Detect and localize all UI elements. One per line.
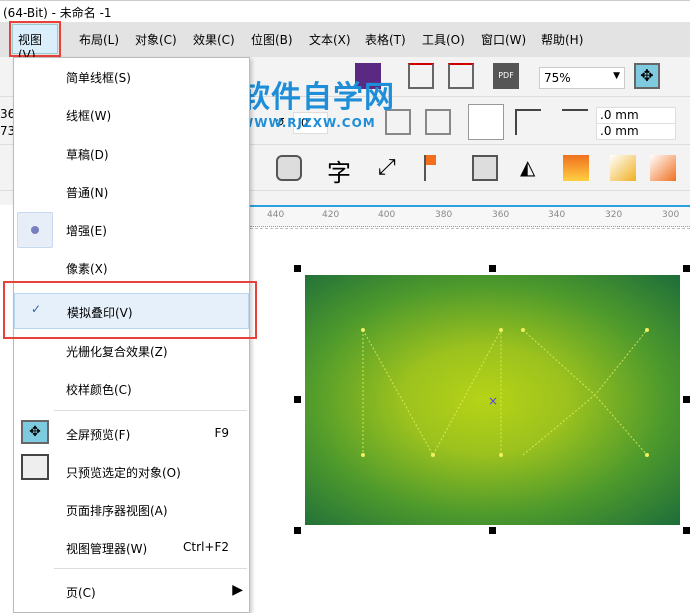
corner-radius-value-1: .0 mm bbox=[600, 108, 639, 122]
menu-item-label: 草稿(D) bbox=[66, 148, 109, 162]
scallop-corner-icon[interactable] bbox=[515, 109, 541, 135]
resize-handle[interactable] bbox=[489, 527, 496, 534]
resize-handle[interactable] bbox=[683, 396, 690, 403]
menu-tools[interactable]: 工具(O) bbox=[422, 31, 465, 48]
menu-item-label: 线框(W) bbox=[66, 109, 112, 123]
mirror-vertical-icon[interactable] bbox=[425, 109, 451, 135]
menu-bitmap[interactable]: 位图(B) bbox=[251, 31, 293, 48]
menu-item-full-screen-preview[interactable]: ✥ 全屏预览(F) F9 bbox=[14, 420, 249, 448]
menu-item-enhanced[interactable]: 增强(E) bbox=[14, 212, 249, 248]
menu-view[interactable]: 视图(V) bbox=[9, 21, 61, 62]
full-screen-preview-icon: ✥ bbox=[21, 420, 49, 444]
smart-fill-icon[interactable] bbox=[650, 155, 676, 181]
ruler-label: 300 bbox=[662, 210, 680, 220]
menu-item-label: 像素(X) bbox=[66, 262, 108, 276]
dimension-tool-icon[interactable]: ⤢ bbox=[378, 155, 404, 181]
menu-item-label: 页(C) bbox=[66, 586, 96, 600]
menu-window[interactable]: 窗口(W) bbox=[481, 31, 526, 48]
selected-bitmap[interactable]: × bbox=[305, 275, 680, 525]
chamfer-corner-icon[interactable] bbox=[562, 109, 588, 135]
ruler-label: 420 bbox=[322, 210, 340, 220]
full-screen-preview-icon[interactable]: ✥ bbox=[634, 63, 660, 89]
menu-item-rasterize-effects[interactable]: 光栅化复合效果(Z) bbox=[14, 337, 249, 365]
menu-item-proof-colors[interactable]: 校样颜色(C) bbox=[14, 375, 249, 403]
title-bar: (64-Bit) - 未命名 -1 bbox=[0, 0, 690, 22]
watermark-title: 软件自学网 bbox=[240, 80, 395, 115]
round-corner-icon[interactable] bbox=[468, 104, 504, 140]
resize-handle[interactable] bbox=[683, 527, 690, 534]
menu-item-label: 校样颜色(C) bbox=[66, 383, 132, 397]
ruler-label: 320 bbox=[605, 210, 623, 220]
center-marker-icon: × bbox=[488, 394, 498, 408]
fill-icon[interactable] bbox=[610, 155, 636, 181]
annotation-highlight-box bbox=[3, 281, 257, 339]
menu-item-pixels[interactable]: 像素(X) bbox=[14, 254, 249, 282]
menu-help[interactable]: 帮助(H) bbox=[541, 31, 583, 48]
menu-item-label: 全屏预览(F) bbox=[66, 428, 131, 442]
menu-item-label: 增强(E) bbox=[66, 224, 107, 238]
transparency-icon[interactable]: ◭ bbox=[520, 155, 546, 181]
resize-handle[interactable] bbox=[294, 527, 301, 534]
resize-handle[interactable] bbox=[489, 265, 496, 272]
menu-item-page-sorter[interactable]: 页面排序器视图(A) bbox=[14, 496, 249, 524]
menu-item-shortcut: Ctrl+F2 bbox=[183, 540, 229, 554]
radio-selected-icon bbox=[17, 212, 53, 248]
menu-item-simple-wireframe[interactable]: 简单线框(S) bbox=[14, 63, 249, 91]
zoom-value: 75% bbox=[544, 71, 571, 85]
ruler-label: 360 bbox=[492, 210, 510, 220]
ruler-label: 400 bbox=[378, 210, 396, 220]
menu-item-page[interactable]: 页(C) ▶ bbox=[14, 578, 249, 606]
menu-item-preview-selected[interactable]: 只预览选定的对象(O) bbox=[14, 454, 249, 486]
menu-layout[interactable]: 布局(L) bbox=[79, 31, 119, 48]
text-tool-icon[interactable]: 字 bbox=[327, 153, 351, 188]
menu-item-label: 普通(N) bbox=[66, 186, 109, 200]
corner-radius-value-2: .0 mm bbox=[600, 124, 639, 138]
pdf-icon[interactable]: PDF bbox=[493, 63, 519, 89]
export-icon[interactable] bbox=[448, 63, 474, 89]
corner-radius-input-2[interactable]: .0 mm bbox=[596, 123, 676, 140]
menu-separator bbox=[54, 568, 247, 569]
page-border bbox=[250, 228, 690, 229]
menu-table[interactable]: 表格(T) bbox=[365, 31, 406, 48]
menu-bar: 视图(V) 布局(L) 对象(C) 效果(C) 位图(B) 文本(X) 表格(T… bbox=[0, 21, 690, 62]
menu-item-label: 页面排序器视图(A) bbox=[66, 504, 168, 518]
preview-selected-icon bbox=[21, 454, 49, 480]
menu-item-normal[interactable]: 普通(N) bbox=[14, 178, 249, 206]
horizontal-ruler[interactable]: 440 420 400 380 360 340 320 300 bbox=[250, 205, 690, 227]
eyedropper-icon[interactable] bbox=[563, 155, 589, 181]
window-title: (64-Bit) - 未命名 -1 bbox=[3, 6, 112, 20]
submenu-arrow-icon: ▶ bbox=[232, 582, 243, 598]
drop-shadow-icon[interactable] bbox=[472, 155, 498, 181]
chevron-down-icon: ▼ bbox=[613, 71, 620, 81]
corner-radius-input-1[interactable]: .0 mm bbox=[596, 107, 676, 124]
menu-text[interactable]: 文本(X) bbox=[309, 31, 351, 48]
ruler-label: 340 bbox=[548, 210, 566, 220]
menu-item-draft[interactable]: 草稿(D) bbox=[14, 140, 249, 168]
polygon-icon[interactable] bbox=[276, 155, 302, 181]
resize-handle[interactable] bbox=[294, 396, 301, 403]
watermark-url: WWW.RJZXW.COM bbox=[240, 116, 376, 130]
menu-item-label: 光栅化复合效果(Z) bbox=[66, 345, 168, 359]
import-icon[interactable] bbox=[408, 63, 434, 89]
ruler-label: 440 bbox=[267, 210, 285, 220]
ruler-label: 380 bbox=[435, 210, 453, 220]
menu-item-shortcut: F9 bbox=[214, 426, 229, 440]
menu-object[interactable]: 对象(C) bbox=[135, 31, 177, 48]
menu-item-label: 简单线框(S) bbox=[66, 71, 131, 85]
resize-handle[interactable] bbox=[683, 265, 690, 272]
resize-handle[interactable] bbox=[294, 265, 301, 272]
menu-item-wireframe[interactable]: 线框(W) bbox=[14, 101, 249, 129]
menu-separator bbox=[54, 410, 247, 411]
menu-effects[interactable]: 效果(C) bbox=[193, 31, 235, 48]
menu-item-label: 只预览选定的对象(O) bbox=[66, 466, 181, 480]
menu-item-view-manager[interactable]: 视图管理器(W) Ctrl+F2 bbox=[14, 534, 249, 562]
connector-tool-icon[interactable] bbox=[424, 155, 450, 181]
menu-item-label: 视图管理器(W) bbox=[66, 542, 148, 556]
polygon-lines: × bbox=[361, 328, 649, 457]
zoom-select[interactable]: 75% ▼ bbox=[539, 67, 625, 89]
watermark: 软件自学网 WWW.RJZXW.COM bbox=[240, 72, 395, 130]
